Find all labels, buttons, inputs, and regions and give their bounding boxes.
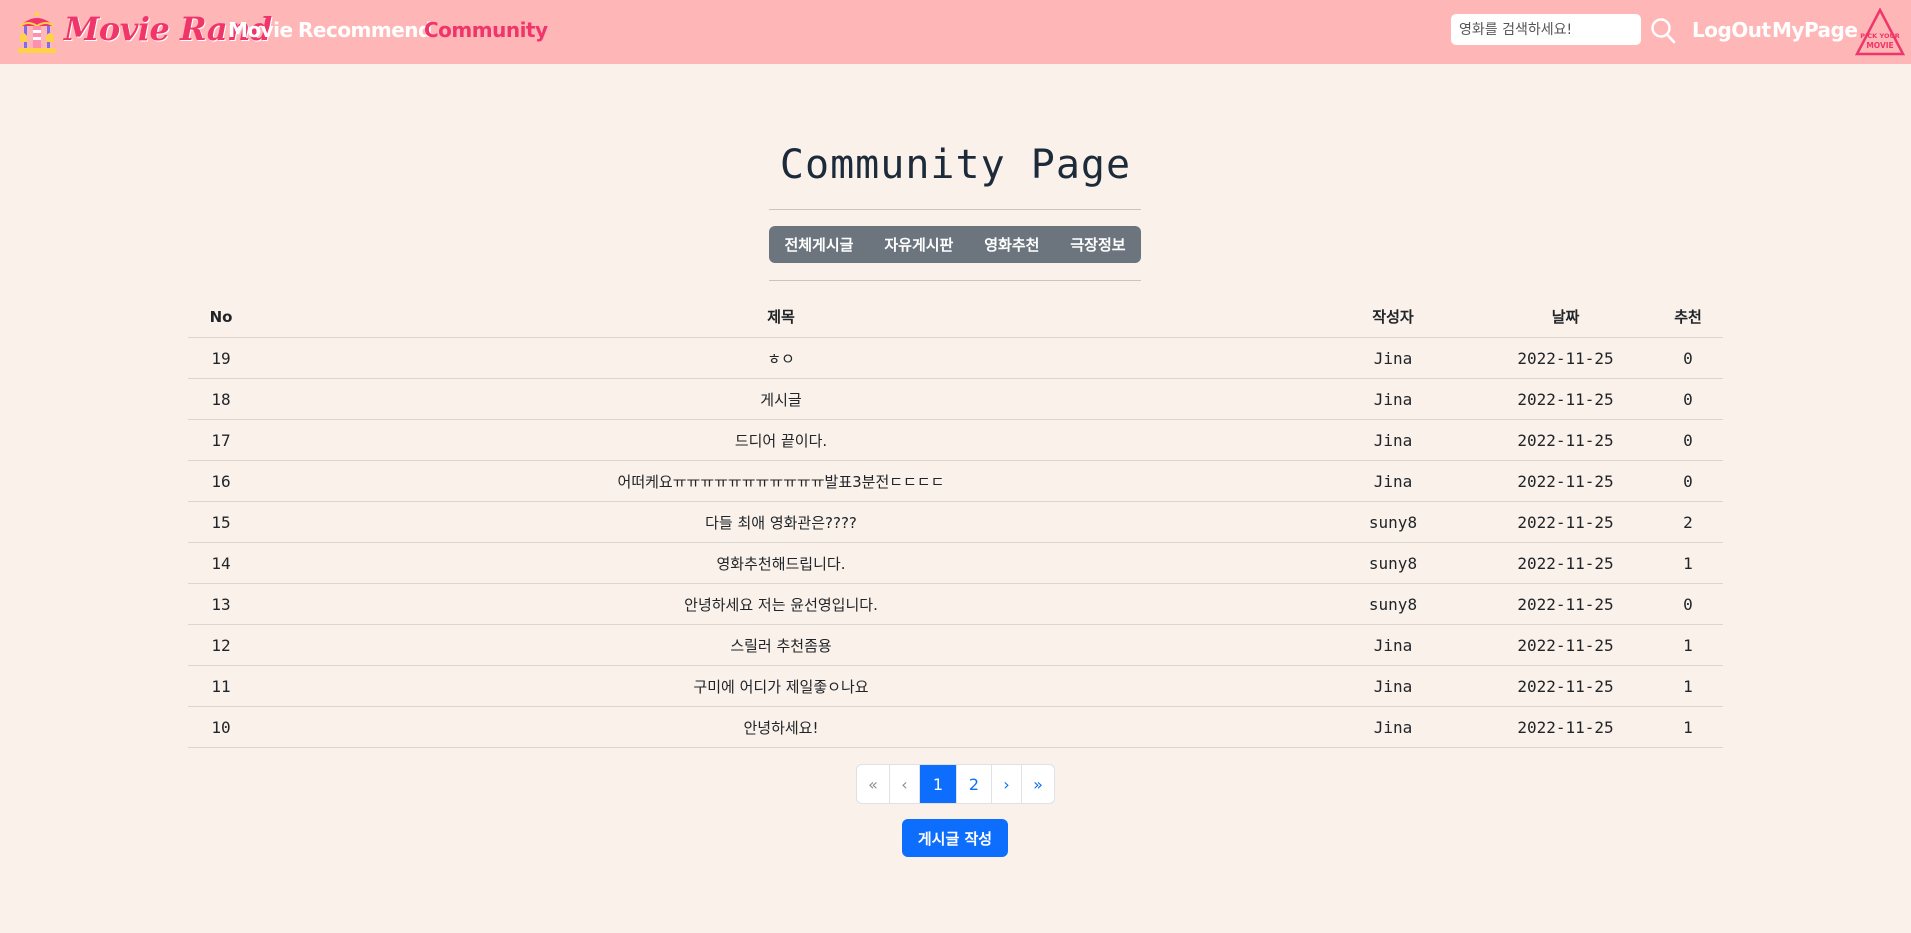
row-date: 2022-11-25 [1478,460,1653,502]
row-date: 2022-11-25 [1478,501,1653,543]
table-row[interactable]: 11 구미에 어디가 제일좋ㅇ나요 Jina 2022-11-25 1 [188,665,1723,707]
pick-logo-line2: MOVIE [1866,41,1893,50]
pick-logo-line1: PICK YOUR [1860,32,1900,40]
row-recommend: 0 [1653,460,1723,502]
nav-recommend[interactable]: Recommend [298,18,432,42]
table-row[interactable]: 17 드디어 끝이다. Jina 2022-11-25 0 [188,419,1723,461]
row-author: Jina [1308,460,1478,502]
search-input[interactable] [1451,14,1641,45]
table-row[interactable]: 19 ㅎㅇ Jina 2022-11-25 0 [188,337,1723,379]
row-no: 17 [188,419,254,461]
row-no: 19 [188,337,254,379]
row-recommend: 1 [1653,706,1723,748]
table-row[interactable]: 10 안녕하세요! Jina 2022-11-25 1 [188,706,1723,748]
row-date: 2022-11-25 [1478,378,1653,420]
row-recommend: 0 [1653,337,1723,379]
category-button-group: 전체게시글 자유게시판 영화추천 극장정보 [769,226,1141,263]
divider-bottom [769,280,1141,281]
row-title-link[interactable]: 안녕하세요! [254,706,1308,748]
nav-community[interactable]: Community [424,18,548,42]
pagination: « ‹ 1 2 › » [856,764,1055,804]
carousel-logo-icon[interactable] [16,10,58,54]
row-date: 2022-11-25 [1478,419,1653,461]
row-title-link[interactable]: 게시글 [254,378,1308,420]
row-author: Jina [1308,706,1478,748]
row-recommend: 1 [1653,665,1723,707]
pagination-page-2[interactable]: 2 [957,765,992,803]
nav-movie[interactable]: Movie [228,18,293,42]
row-date: 2022-11-25 [1478,706,1653,748]
row-author: Jina [1308,378,1478,420]
row-author: Jina [1308,337,1478,379]
row-title-link[interactable]: 영화추천해드립니다. [254,542,1308,584]
row-date: 2022-11-25 [1478,337,1653,379]
row-author: Jina [1308,419,1478,461]
row-recommend: 0 [1653,378,1723,420]
row-no: 13 [188,583,254,625]
pagination-next[interactable]: › [992,765,1022,803]
row-date: 2022-11-25 [1478,624,1653,666]
page-title: Community Page [779,142,1132,188]
row-title-link[interactable]: 안녕하세요 저는 윤선영입니다. [254,583,1308,625]
row-recommend: 1 [1653,542,1723,584]
row-author: Jina [1308,665,1478,707]
row-recommend: 2 [1653,501,1723,543]
table-row[interactable]: 18 게시글 Jina 2022-11-25 0 [188,378,1723,420]
post-table: No 제목 작성자 날짜 추천 19 ㅎㅇ Jina 2022-11-25 0 … [188,296,1723,748]
navbar: Movie Rand Movie Recommend Community Log… [0,0,1911,64]
write-post-button[interactable]: 게시글 작성 [902,819,1008,857]
header-no: No [188,296,254,338]
row-no: 18 [188,378,254,420]
row-no: 11 [188,665,254,707]
row-no: 14 [188,542,254,584]
row-title-link[interactable]: 스릴러 추천좀용 [254,624,1308,666]
header-author: 작성자 [1308,296,1478,338]
table-row[interactable]: 15 다들 최애 영화관은???? suny8 2022-11-25 2 [188,501,1723,543]
row-date: 2022-11-25 [1478,542,1653,584]
row-recommend: 0 [1653,583,1723,625]
category-all-posts[interactable]: 전체게시글 [769,226,869,263]
pagination-page-1[interactable]: 1 [920,765,957,803]
pagination-last[interactable]: » [1022,765,1054,803]
pagination-prev[interactable]: ‹ [890,765,920,803]
header-recommend: 추천 [1653,296,1723,338]
row-no: 12 [188,624,254,666]
row-author: suny8 [1308,542,1478,584]
table-row[interactable]: 16 어떠케요ㅠㅠㅠㅠㅠㅠㅠㅠㅠㅠㅠ발표3분전ㄷㄷㄷㄷ Jina 2022-11… [188,460,1723,502]
row-no: 10 [188,706,254,748]
row-author: Jina [1308,624,1478,666]
row-title-link[interactable]: 어떠케요ㅠㅠㅠㅠㅠㅠㅠㅠㅠㅠㅠ발표3분전ㄷㄷㄷㄷ [254,460,1308,502]
row-author: suny8 [1308,501,1478,543]
row-date: 2022-11-25 [1478,583,1653,625]
row-author: suny8 [1308,583,1478,625]
row-title-link[interactable]: 다들 최애 영화관은???? [254,501,1308,543]
row-date: 2022-11-25 [1478,665,1653,707]
search-icon[interactable] [1650,17,1676,45]
mypage-link[interactable]: MyPage [1772,18,1858,42]
pagination-first[interactable]: « [857,765,890,803]
row-title-link[interactable]: 드디어 끝이다. [254,419,1308,461]
table-row[interactable]: 14 영화추천해드립니다. suny8 2022-11-25 1 [188,542,1723,584]
divider-top [769,209,1141,210]
pick-your-movie-logo[interactable]: PICK YOUR MOVIE [1855,8,1905,56]
row-title-link[interactable]: 구미에 어디가 제일좋ㅇ나요 [254,665,1308,707]
header-title: 제목 [254,296,1308,338]
row-no: 15 [188,501,254,543]
table-header-row: No 제목 작성자 날짜 추천 [188,296,1723,338]
row-recommend: 0 [1653,419,1723,461]
row-no: 16 [188,460,254,502]
row-recommend: 1 [1653,624,1723,666]
table-row[interactable]: 12 스릴러 추천좀용 Jina 2022-11-25 1 [188,624,1723,666]
row-title-link[interactable]: ㅎㅇ [254,337,1308,379]
category-theater-info[interactable]: 극장정보 [1055,226,1141,263]
table-row[interactable]: 13 안녕하세요 저는 윤선영입니다. suny8 2022-11-25 0 [188,583,1723,625]
category-free-board[interactable]: 자유게시판 [869,226,969,263]
header-date: 날짜 [1478,296,1653,338]
category-movie-recommend[interactable]: 영화추천 [969,226,1055,263]
logout-link[interactable]: LogOut [1692,18,1771,42]
